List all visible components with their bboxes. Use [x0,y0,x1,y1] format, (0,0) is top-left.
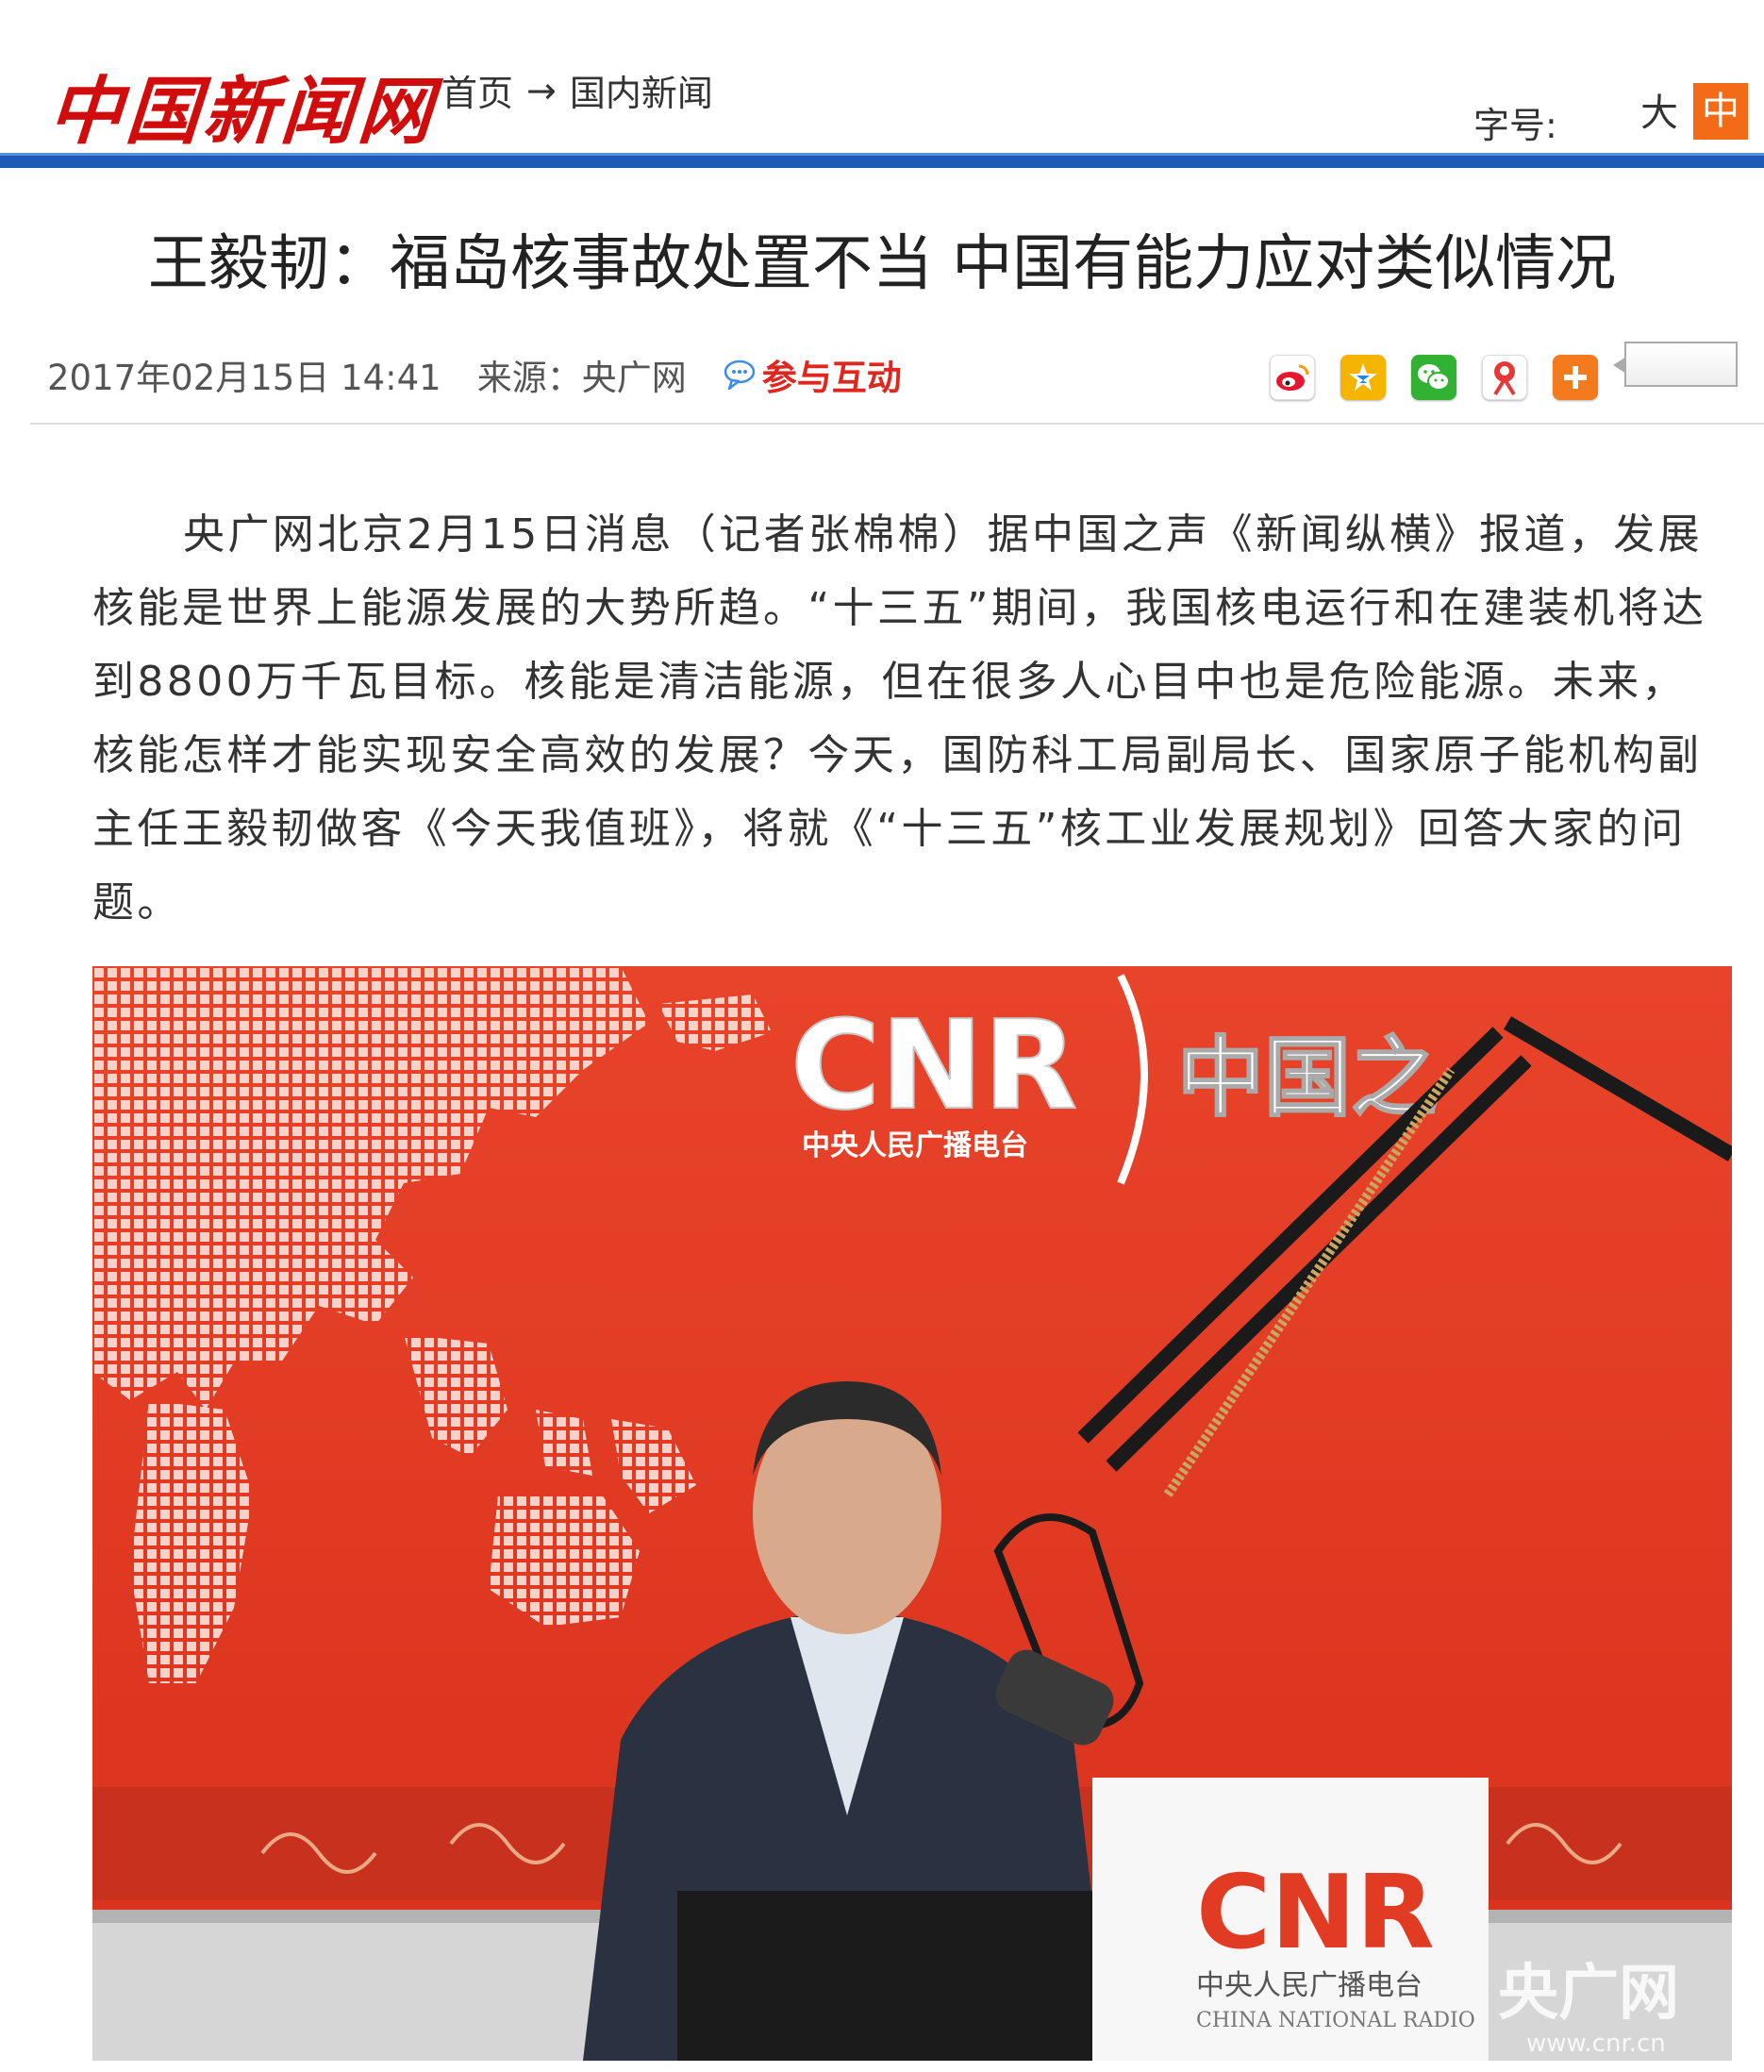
desk-logo-text: CNR [1196,1854,1435,1972]
wall-logo-text: CNR [790,994,1077,1137]
font-size-label: 字号: [1473,105,1557,146]
font-size-medium-button[interactable]: 中 [1693,83,1748,140]
photo-watermark: 央广网 [1498,1959,1679,2029]
interact-label: 参与互动 [761,358,902,398]
qzone-icon[interactable] [1340,355,1386,400]
article-photo: CNR 中央人民广播电台 中国之 CNR 中央人民广播电台 CHINA NATI… [92,966,1732,2061]
article-source: 来源：央广网 [476,358,687,398]
desk-nameplate: CNR 中央人民广播电台 CHINA NATIONAL RADIO [1092,1778,1489,2061]
breadcrumb: 首页 → 国内新闻 [441,64,713,116]
more-share-icon[interactable] [1553,355,1598,400]
article-meta: 2017年02月15日 14:41 来源：央广网 参与互动 [47,349,902,400]
wall-logo-subtitle: 中央人民广播电台 [802,1129,1028,1162]
meta-divider [30,423,1764,425]
article-paragraph: 央广网北京2月15日消息（记者张棉棉）据中国之声《新闻纵横》报道，发展核能是世界… [92,510,1707,927]
wall-sign-text: 中国之 [1177,1028,1438,1128]
desk-logo-subtitle: 中央人民广播电台 [1196,1969,1423,2002]
article-title: 王毅韧：福岛核事故处置不当 中国有能力应对类似情况 [147,229,1617,299]
breadcrumb-domestic-link[interactable]: 国内新闻 [570,64,713,116]
font-size-large-button[interactable]: 大 [1637,89,1682,138]
desk-logo-english: CHINA NATIONAL RADIO [1196,2009,1475,2032]
breadcrumb-home-link[interactable]: 首页 [441,64,513,116]
renren-icon[interactable] [1482,355,1527,400]
publish-date: 2017年02月15日 14:41 [47,358,441,398]
weibo-icon[interactable] [1270,355,1315,400]
site-logo[interactable]: 中国新闻网 [45,53,440,159]
wechat-icon[interactable] [1411,355,1456,400]
share-bar [1270,355,1598,400]
share-count-bubble [1613,342,1738,387]
comment-bubble-icon [724,359,755,391]
header-divider [0,153,1764,168]
studio-photo-illustration: CNR 中央人民广播电台 中国之 CNR 中央人民广播电台 CHINA NATI… [92,966,1732,2061]
interact-link[interactable]: 参与互动 [723,349,902,400]
photo-watermark-url: www.cnr.cn [1526,2030,1666,2058]
breadcrumb-arrow: → [526,69,557,111]
